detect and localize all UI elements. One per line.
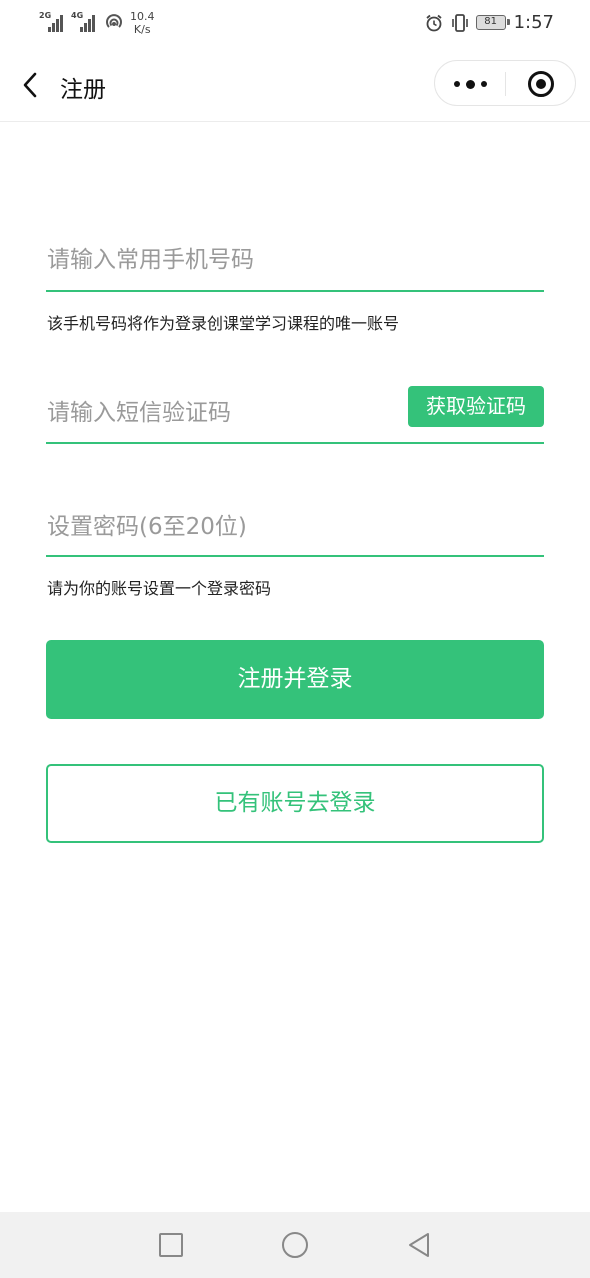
alarm-icon [426,14,442,31]
signal-icon: 2G [38,10,64,32]
battery-icon: 81 [475,15,510,30]
close-mini-program-button[interactable] [506,61,576,107]
password-input[interactable] [46,498,544,555]
back-triangle-icon [409,1233,429,1257]
phone-input[interactable] [46,230,544,290]
more-dots-icon [453,81,460,87]
more-button[interactable] [435,61,505,107]
more-dots-icon [480,81,487,87]
hotspot-icon [106,14,122,28]
phone-field [46,230,544,292]
status-left: 2G 4G 10.4 K/s [38,10,155,36]
password-field [46,498,544,557]
get-code-button[interactable]: 获取验证码 [408,386,544,427]
chevron-left-icon[interactable] [14,66,48,104]
signal-generation-label: 2G [39,11,52,20]
sms-code-input[interactable] [46,384,396,442]
page-title: 注册 [60,77,106,103]
network-speed: 10.4 K/s [130,10,155,36]
signal-generation-label: 4G [71,11,84,20]
system-back-button[interactable] [399,1225,439,1265]
status-right: 81 1:57 [424,12,554,33]
target-circle-icon [528,71,554,97]
home-icon [282,1232,308,1258]
clock: 1:57 [513,12,554,33]
password-hint: 请为你的账号设置一个登录密码 [47,579,272,598]
vibrate-icon [451,13,468,32]
battery-level: 81 [484,16,497,27]
network-speed-unit: K/s [133,23,151,36]
status-bar: 2G 4G 10.4 K/s 81 1:57 [0,0,590,48]
mini-program-capsule [434,60,576,106]
register-screen: 2G 4G 10.4 K/s 81 1:57 注册 请输入常用手机号码 该手机号… [0,0,590,1278]
system-nav-bar [0,1212,590,1278]
network-speed-value: 10.4 [130,10,155,23]
nav-bar: 注册 [0,48,590,122]
signal-icon: 4G [70,10,96,32]
recent-apps-button[interactable] [151,1225,191,1265]
home-button[interactable] [275,1225,315,1265]
more-dots-icon [465,79,475,89]
register-login-button[interactable]: 注册并登录 [46,640,544,719]
recent-apps-icon [159,1233,183,1257]
phone-hint: 该手机号码将作为登录创课堂学习课程的唯一账号 [47,314,400,333]
go-login-button[interactable]: 已有账号去登录 [46,764,544,843]
